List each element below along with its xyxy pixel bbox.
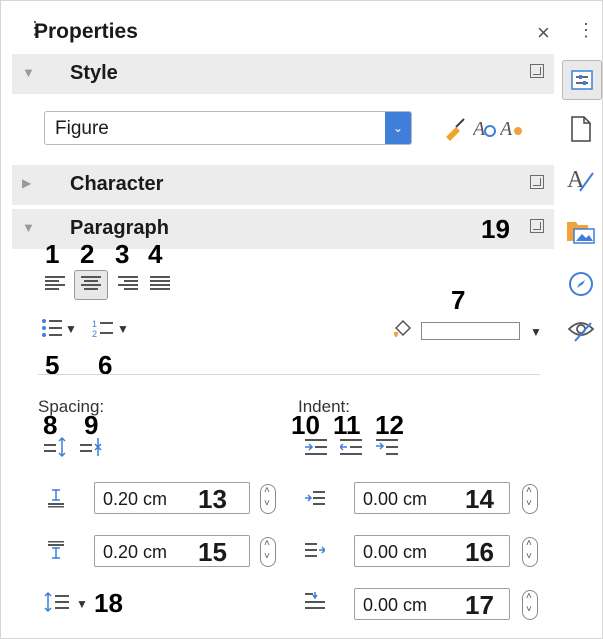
callout-15: 15: [198, 537, 227, 567]
callout-16: 16: [465, 537, 494, 567]
before-text-indent-icon: [305, 491, 325, 505]
tab-gallery[interactable]: [562, 212, 600, 250]
accessibility-check-icon: [567, 322, 595, 342]
unordered-list-icon[interactable]: [41, 318, 63, 338]
before-indent-value: 0.00 cm: [363, 489, 428, 509]
chevron-down-icon[interactable]: ▼: [65, 322, 77, 336]
close-icon[interactable]: ×: [537, 20, 550, 46]
style-section-header[interactable]: ▼ Style: [12, 54, 554, 94]
chevron-down-icon[interactable]: ▼: [76, 597, 88, 611]
decrease-spacing-icon[interactable]: [80, 436, 106, 458]
ordered-list-icon[interactable]: 1 2: [92, 318, 114, 340]
character-section-label: Character: [70, 173, 164, 195]
justify-icon[interactable]: [150, 276, 170, 292]
paragraph-style-combo[interactable]: Figure ⌄: [44, 111, 412, 145]
increase-spacing-icon[interactable]: [44, 436, 70, 458]
set-style-icon[interactable]: [444, 115, 466, 141]
above-spacing-spinner[interactable]: [260, 484, 276, 514]
tab-page[interactable]: [562, 110, 600, 148]
chevron-down-icon[interactable]: ▼: [530, 325, 542, 339]
callout-18: 18: [94, 588, 123, 618]
below-paragraph-spacing-field[interactable]: 0.20 cm 15: [94, 535, 250, 567]
sidebar-menu-icon[interactable]: ⋮: [577, 20, 595, 41]
callout-14: 14: [465, 484, 494, 514]
after-text-indent-field[interactable]: 0.00 cm 16: [354, 535, 510, 567]
properties-deck: [0, 0, 603, 639]
paint-bucket-icon[interactable]: [392, 318, 414, 340]
compass-icon: [569, 272, 593, 296]
below-spacing-value: 0.20 cm: [103, 542, 168, 562]
svg-text:A: A: [500, 118, 513, 140]
more-options-icon[interactable]: [530, 64, 544, 78]
chevron-down-icon[interactable]: ⌄: [385, 112, 411, 144]
align-left-icon[interactable]: [45, 276, 65, 292]
background-color-swatch[interactable]: [421, 322, 520, 340]
callout-4: 4: [148, 239, 163, 269]
increase-indent-icon[interactable]: [305, 437, 329, 457]
callout-2: 2: [80, 239, 95, 269]
callout-5: 5: [45, 350, 60, 380]
above-paragraph-spacing-icon: [48, 489, 64, 508]
below-spacing-spinner[interactable]: [260, 537, 276, 567]
character-section-header[interactable]: ▶ Character: [12, 165, 554, 205]
gallery-icon: [567, 222, 595, 244]
hanging-indent-icon[interactable]: [376, 437, 400, 457]
callout-17: 17: [465, 590, 494, 620]
more-options-icon[interactable]: [530, 175, 544, 189]
callout-19: 19: [481, 214, 510, 244]
before-text-indent-field[interactable]: 0.00 cm 14: [354, 482, 510, 514]
below-paragraph-spacing-icon: [48, 541, 64, 559]
first-indent-spinner[interactable]: [522, 590, 538, 620]
callout-1: 1: [45, 239, 60, 269]
svg-text:1: 1: [92, 319, 97, 329]
above-paragraph-spacing-field[interactable]: 0.20 cm 13: [94, 482, 250, 514]
after-indent-value: 0.00 cm: [363, 542, 428, 562]
after-indent-spinner[interactable]: [522, 537, 538, 567]
tab-styles[interactable]: A: [562, 160, 600, 198]
tab-properties[interactable]: [562, 60, 602, 100]
properties-icon: [571, 70, 593, 90]
tab-navigator[interactable]: [562, 265, 600, 303]
style-section-label: Style: [70, 62, 118, 84]
align-right-icon[interactable]: [118, 276, 138, 292]
update-style-icon[interactable]: A: [473, 116, 497, 140]
before-indent-spinner[interactable]: [522, 484, 538, 514]
paragraph-style-value: Figure: [55, 118, 109, 139]
page-icon: [571, 116, 591, 142]
above-spacing-value: 0.20 cm: [103, 489, 168, 509]
styles-icon: A: [567, 167, 594, 193]
svg-text:A: A: [473, 118, 486, 140]
deck-title: Properties: [34, 20, 138, 43]
callout-7: 7: [451, 285, 466, 315]
decrease-indent-icon[interactable]: [340, 437, 364, 457]
svg-text:2: 2: [92, 329, 97, 339]
chevron-down-icon[interactable]: ▼: [117, 322, 129, 336]
divider: [38, 374, 540, 375]
sidebar-tabbar: ⋮ A: [558, 0, 603, 639]
first-line-indent-icon: [305, 592, 325, 609]
callout-13: 13: [198, 484, 227, 514]
collapsed-triangle-icon: ▶: [22, 176, 32, 190]
more-options-icon[interactable]: [530, 219, 544, 233]
first-indent-value: 0.00 cm: [363, 595, 428, 615]
tab-accessibility-check[interactable]: [562, 310, 600, 348]
paragraph-section-label: Paragraph: [70, 217, 169, 239]
expanded-triangle-icon: ▼: [22, 220, 35, 235]
callout-3: 3: [115, 239, 130, 269]
new-style-icon[interactable]: A: [500, 116, 526, 140]
callout-6: 6: [98, 350, 113, 380]
line-spacing-icon[interactable]: [44, 591, 70, 613]
after-text-indent-icon: [305, 543, 325, 557]
align-center-icon: [81, 276, 101, 292]
first-line-indent-field[interactable]: 0.00 cm 17: [354, 588, 510, 620]
expanded-triangle-icon: ▼: [22, 65, 35, 80]
